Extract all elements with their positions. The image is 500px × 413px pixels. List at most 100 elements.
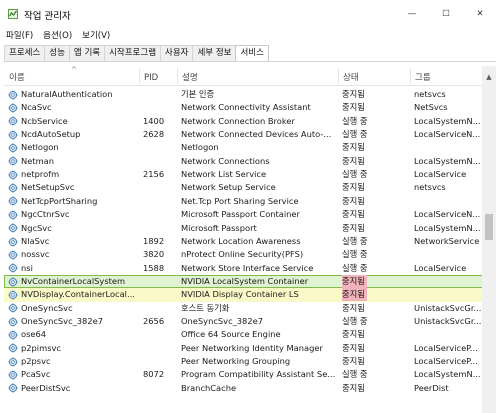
service-row[interactable]: NgcSvc Microsoft Passport 중지됨 LocalSystemN.… <box>4 222 486 235</box>
minimize-icon: — <box>407 9 417 19</box>
service-status: 중지됨 <box>342 182 365 193</box>
service-group: LocalServiceP... <box>414 356 478 366</box>
service-row[interactable]: NgcCtnrSvc Microsoft Passport Container 중지… <box>4 208 486 221</box>
gear-icon <box>8 317 18 327</box>
minimize-button[interactable]: — <box>398 4 426 24</box>
window-title: 작업 관리자 <box>24 11 71 22</box>
service-row[interactable]: NlaSvc 1892 Network Location Awareness 실행 중… <box>4 235 486 248</box>
service-description: Network Connectivity Assistant <box>181 102 311 113</box>
service-row[interactable]: NcbService 1400 Network Connection Broker 실… <box>4 115 486 128</box>
menu-bar: 파일(F) 옵션(O) 보기(V) <box>0 29 115 43</box>
service-row[interactable]: p2psvc Peer Networking Grouping 중지됨 LocalSe… <box>4 355 486 368</box>
column-pid-header[interactable]: PID <box>139 66 177 86</box>
maximize-button[interactable]: ☐ <box>432 4 460 24</box>
service-row[interactable]: NcaSvc Network Connectivity Assistant 중지됨 N… <box>4 101 486 114</box>
tab-startup[interactable]: 시작프로그램 <box>104 45 162 61</box>
service-status-cell: 중지됨 <box>342 181 400 194</box>
service-name: netprofm <box>21 169 60 180</box>
gear-icon <box>8 196 18 207</box>
menu-view[interactable]: 보기(V) <box>77 29 115 43</box>
service-status-cell: 중지됨 <box>342 101 400 114</box>
service-row[interactable]: NetSetupSvc Network Setup Service 중지됨 netsv… <box>4 181 486 194</box>
service-row[interactable]: PeerDistSvc BranchCache 중지됨 PeerDist <box>4 382 486 395</box>
service-description: Network List Service <box>181 169 267 180</box>
gear-icon <box>8 170 18 180</box>
service-status: 실행 중 <box>342 249 368 260</box>
service-row[interactable]: OneSyncSvc_382e7 2656 OneSyncSvc_382e7 실행 중… <box>4 315 486 328</box>
service-row[interactable]: ose64 Office 64 Source Engine 중지됨 <box>4 328 486 341</box>
tab-processes[interactable]: 프로세스 <box>4 45 46 61</box>
menu-options[interactable]: 옵션(O) <box>38 29 77 43</box>
column-group-header[interactable]: 그룹 <box>410 66 486 86</box>
menu-file[interactable]: 파일(F) <box>0 29 38 43</box>
service-group: LocalService <box>414 169 467 180</box>
service-name-cell: NcaSvc <box>8 101 140 114</box>
service-group: netsvcs <box>414 182 446 193</box>
service-status-cell: 실행 중 <box>342 235 400 248</box>
gear-icon <box>8 303 18 313</box>
service-status: 중지됨 <box>342 222 365 233</box>
vertical-scrollbar[interactable]: ▲ <box>482 66 496 413</box>
tab-users[interactable]: 사용자 <box>160 45 194 61</box>
service-row[interactable]: Netlogon Netlogon 중지됨 <box>4 141 486 154</box>
column-description-header[interactable]: 설명 <box>177 66 338 86</box>
service-name: p2psvc <box>21 356 51 366</box>
gear-icon <box>8 276 18 287</box>
service-status-cell: 중지됨 <box>342 274 400 288</box>
scrollbar-thumb[interactable] <box>485 214 493 240</box>
service-description: Peer Networking Grouping <box>181 356 291 366</box>
tab-performance[interactable]: 성능 <box>44 45 70 61</box>
service-group: LocalSystemN... <box>414 222 481 233</box>
tab-details[interactable]: 세부 정보 <box>192 45 237 61</box>
service-row[interactable]: NVDisplay.ContainerLocal... NVIDIA Displa… <box>4 288 486 302</box>
sort-ascending-icon: ^ <box>71 66 77 74</box>
gear-icon <box>8 210 18 220</box>
service-description: OneSyncSvc_382e7 <box>181 315 263 326</box>
service-status-cell: 중지됨 <box>342 342 400 355</box>
service-status-cell: 실행 중 <box>342 368 400 381</box>
service-name: Netlogon <box>21 142 59 153</box>
gear-icon <box>8 370 18 380</box>
service-status: 중지됨 <box>342 302 365 313</box>
tab-services[interactable]: 서비스 <box>235 45 269 62</box>
service-pid <box>143 328 177 341</box>
service-row[interactable]: Netman Network Connections 중지됨 LocalSystemN… <box>4 155 486 168</box>
service-name: nossvc <box>21 249 50 260</box>
service-pid <box>143 222 177 235</box>
service-status-cell: 중지됨 <box>342 328 400 341</box>
service-pid <box>143 181 177 194</box>
close-button[interactable]: ✕ <box>466 4 494 24</box>
service-name-cell: Netman <box>8 155 140 168</box>
service-name-cell: NetSetupSvc <box>8 181 140 194</box>
service-row[interactable]: nsi 1588 Network Store Interface Service 실행… <box>4 262 486 275</box>
service-group: LocalSystemN... <box>414 369 481 380</box>
scroll-up-icon[interactable]: ▲ <box>482 72 496 82</box>
service-row[interactable]: NcdAutoSetup 2628 Network Connected Device… <box>4 128 486 141</box>
column-status-header[interactable]: 상태 <box>338 66 410 86</box>
service-name-cell: NcbService <box>8 115 140 128</box>
service-row[interactable]: netprofm 2156 Network List Service 실행 중 Loca… <box>4 168 486 181</box>
service-row[interactable]: nossvc 3820 nProtect Online Security(PFS) 실… <box>4 248 486 261</box>
service-status: 실행 중 <box>342 129 368 140</box>
service-row[interactable]: PcaSvc 8072 Program Compatibility Assistan… <box>4 368 486 381</box>
service-group: LocalServiceN... <box>414 129 481 140</box>
service-status: 실행 중 <box>342 262 368 273</box>
service-group: LocalSystemN... <box>414 155 481 166</box>
service-row[interactable]: OneSyncSvc 호스트 동기화 중지됨 UnistackSvcGr... <box>4 302 486 315</box>
service-row[interactable]: NvContainerLocalSystem NVIDIA LocalSystem… <box>4 274 486 289</box>
service-status: 중지됨 <box>342 274 367 288</box>
service-status-cell: 실행 중 <box>342 262 400 275</box>
service-pid: 3820 <box>143 249 165 260</box>
service-row[interactable]: NetTcpPortSharing Net.Tcp Port Sharing Se… <box>4 195 486 208</box>
tab-app-history[interactable]: 앱 기록 <box>68 45 106 61</box>
service-name: PeerDistSvc <box>21 382 71 393</box>
service-row[interactable]: NaturalAuthentication 기본 인증 중지됨 netsvcs <box>4 88 486 101</box>
gear-icon <box>8 343 18 353</box>
service-row[interactable]: p2pimsvc Peer Networking Identity Manager… <box>4 342 486 355</box>
service-name: OneSyncSvc <box>21 302 73 313</box>
service-name-cell: OneSyncSvc <box>8 302 140 315</box>
service-name: PcaSvc <box>21 369 51 380</box>
gear-icon <box>8 143 18 153</box>
service-description: BranchCache <box>181 382 237 393</box>
service-name: NaturalAuthentication <box>21 89 113 99</box>
